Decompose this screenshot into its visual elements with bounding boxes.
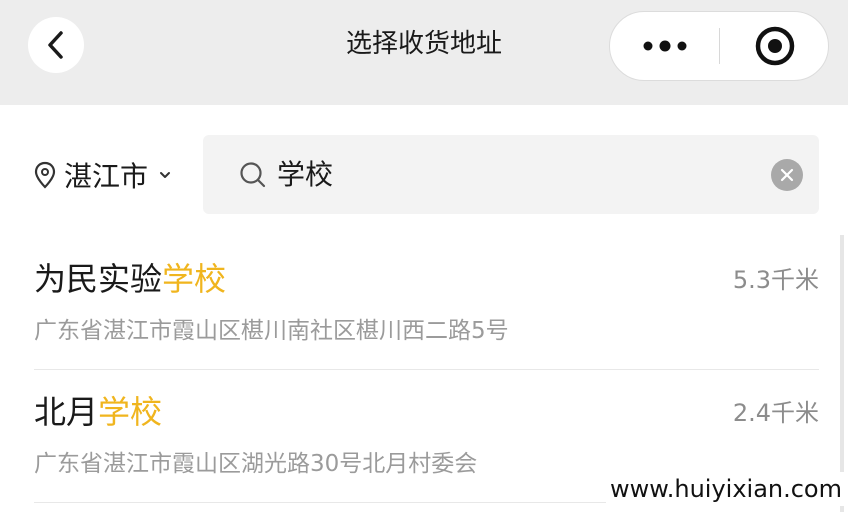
record-circle-icon — [755, 26, 795, 66]
search-box[interactable]: 学校 — [203, 135, 819, 214]
navigation-bar: 选择收货地址 — [0, 0, 848, 105]
result-item[interactable]: 为民实验学校 5.3千米 广东省湛江市霞山区椹川南社区椹川西二路5号 — [34, 237, 819, 370]
watermark-text: www.huiyixian.com — [606, 472, 846, 506]
result-name: 为民实验学校 — [34, 257, 226, 301]
search-icon — [240, 162, 266, 188]
result-name-prefix: 为民实验 — [34, 260, 163, 298]
result-address: 广东省湛江市霞山区椹川南社区椹川西二路5号 — [34, 318, 509, 344]
result-name-prefix: 北月 — [34, 393, 99, 431]
more-dots-icon — [643, 40, 687, 52]
city-selector[interactable]: 湛江市 — [34, 150, 172, 200]
chevron-down-icon — [160, 172, 171, 178]
more-button[interactable] — [610, 12, 720, 80]
result-name-highlight: 学校 — [98, 393, 163, 431]
scrollbar[interactable] — [840, 235, 844, 512]
result-distance: 2.4千米 — [732, 399, 819, 427]
clear-button[interactable] — [771, 159, 803, 191]
result-name-highlight: 学校 — [162, 260, 227, 298]
close-miniprogram-button[interactable] — [720, 12, 830, 80]
capsule-menu — [609, 11, 829, 81]
city-name: 湛江市 — [64, 160, 149, 193]
clear-icon — [780, 168, 794, 182]
location-pin-icon — [34, 161, 56, 189]
result-address: 广东省湛江市霞山区湖光路30号北月村委会 — [34, 451, 478, 477]
search-input[interactable]: 学校 — [277, 155, 333, 195]
result-distance: 5.3千米 — [732, 266, 819, 294]
result-name: 北月学校 — [34, 390, 162, 434]
